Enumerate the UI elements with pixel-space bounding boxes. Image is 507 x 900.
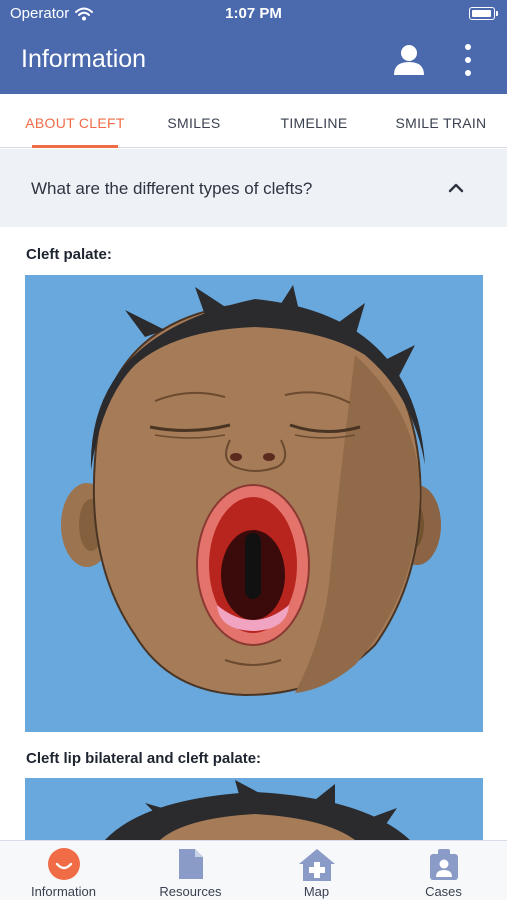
baby-face-image bbox=[105, 780, 410, 840]
nav-label: Information bbox=[30, 884, 97, 899]
section-title: Cleft lip bilateral and cleft palate: bbox=[26, 750, 262, 767]
page-title: Information bbox=[21, 45, 147, 73]
user-icon bbox=[394, 45, 424, 75]
profile-button[interactable] bbox=[389, 40, 429, 80]
tab-about-cleft[interactable]: ABOUT CLEFT bbox=[16, 94, 134, 148]
cleft-lip-bilateral-illustration bbox=[25, 778, 483, 840]
tab-smile-train[interactable]: SMILE TRAIN bbox=[380, 94, 502, 148]
id-badge-icon bbox=[429, 849, 458, 880]
cleft-palate-illustration bbox=[25, 275, 483, 732]
nav-resources[interactable]: Resources bbox=[127, 841, 254, 900]
nav-map[interactable]: Map bbox=[253, 841, 380, 900]
more-options-button[interactable] bbox=[456, 40, 480, 80]
nav-label: Map bbox=[303, 884, 330, 899]
active-tab-indicator bbox=[32, 145, 118, 148]
nav-information[interactable]: Information bbox=[0, 841, 127, 900]
status-time: 1:07 PM bbox=[225, 5, 282, 22]
battery-icon bbox=[469, 7, 498, 20]
status-bar: Operator 1:07 PM bbox=[0, 0, 507, 28]
smile-icon bbox=[47, 848, 80, 880]
nav-label: Resources bbox=[159, 884, 222, 899]
document-icon bbox=[178, 849, 203, 879]
tab-timeline[interactable]: TIMELINE bbox=[258, 94, 370, 148]
accordion-header[interactable]: What are the different types of clefts? bbox=[0, 149, 507, 227]
nav-label: Cases bbox=[425, 884, 462, 899]
tab-smiles[interactable]: SMILES bbox=[140, 94, 248, 148]
section-title: Cleft palate: bbox=[26, 246, 112, 263]
more-vertical-icon bbox=[465, 44, 471, 76]
app-bar: Information bbox=[0, 28, 507, 94]
bottom-nav: Information Resources Map Cases bbox=[0, 840, 507, 900]
baby-face-image bbox=[61, 285, 441, 697]
nav-cases[interactable]: Cases bbox=[380, 841, 507, 900]
home-plus-icon bbox=[298, 849, 335, 881]
chevron-up-icon[interactable] bbox=[446, 179, 466, 195]
accordion-question: What are the different types of clefts? bbox=[31, 179, 313, 198]
tab-bar: ABOUT CLEFT SMILES TIMELINE SMILE TRAIN bbox=[0, 94, 507, 148]
